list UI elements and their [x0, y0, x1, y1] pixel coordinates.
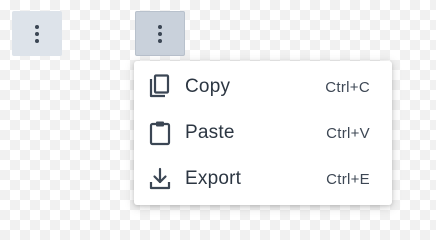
download-icon: [146, 165, 174, 193]
kebab-menu-icon: [158, 24, 162, 43]
menu-item-copy[interactable]: Copy Ctrl+C: [134, 64, 392, 110]
menu-item-shortcut: Ctrl+C: [325, 78, 370, 96]
canvas: Copy Ctrl+C Paste Ctrl+V Export Ctrl+E: [0, 0, 436, 240]
menu-item-paste[interactable]: Paste Ctrl+V: [134, 110, 392, 156]
menu-item-shortcut: Ctrl+V: [326, 124, 370, 142]
menu-item-label: Copy: [185, 76, 231, 97]
context-menu: Copy Ctrl+C Paste Ctrl+V Export Ctrl+E: [134, 61, 392, 205]
menu-item-export[interactable]: Export Ctrl+E: [134, 156, 392, 202]
more-options-button[interactable]: [12, 11, 62, 56]
kebab-menu-icon: [35, 24, 39, 43]
menu-item-label: Export: [185, 168, 242, 189]
more-options-button-active[interactable]: [135, 11, 185, 56]
menu-item-shortcut: Ctrl+E: [326, 170, 370, 188]
copy-icon: [146, 73, 174, 101]
clipboard-icon: [146, 119, 174, 147]
menu-item-label: Paste: [185, 122, 235, 143]
